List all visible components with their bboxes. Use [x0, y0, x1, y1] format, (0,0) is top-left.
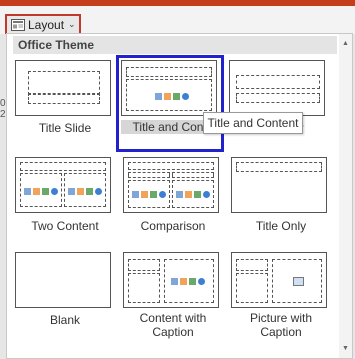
caption-text — [236, 273, 268, 303]
layout-label: Title Slide — [38, 121, 92, 135]
thumbnail — [15, 60, 111, 116]
content-icons — [24, 187, 61, 196]
layout-gallery: Office Theme Title Slide Title and Conte… — [6, 33, 353, 359]
layout-title-slide[interactable]: Title Slide — [13, 58, 117, 153]
picture-icon — [293, 277, 304, 286]
layout-content-with-caption[interactable]: Content with Caption — [121, 250, 225, 345]
right-heading — [172, 172, 214, 178]
content-icons — [176, 190, 213, 199]
thumbnail — [231, 252, 327, 308]
caption-title — [236, 259, 268, 271]
thumbnail — [231, 157, 327, 213]
label-line-2: Caption — [152, 325, 194, 339]
right-content — [172, 180, 214, 208]
caption-title — [128, 259, 160, 271]
layout-blank[interactable]: Blank — [13, 250, 117, 345]
thumbnail — [123, 252, 219, 308]
title-placeholder — [20, 162, 106, 171]
subtitle-placeholder — [28, 93, 100, 104]
caption-text — [128, 273, 160, 303]
layout-label: Comparison — [140, 219, 206, 233]
right-content — [64, 173, 106, 207]
scroll-up-icon[interactable]: ▲ — [339, 37, 352, 50]
layout-label: Blank — [49, 313, 81, 327]
title-placeholder — [236, 75, 320, 89]
left-heading — [128, 172, 170, 178]
layout-label: Two Content — [31, 219, 99, 233]
thumbnail — [15, 252, 111, 308]
content-icons — [155, 92, 192, 101]
left-fragment-2: 2 — [0, 109, 6, 120]
title-placeholder — [28, 71, 100, 95]
thumbnail — [15, 157, 111, 213]
layout-label: Picture with Caption — [229, 311, 333, 339]
text-placeholder — [236, 93, 320, 103]
content-icons — [171, 277, 208, 286]
layout-section-header[interactable]: der — [225, 58, 329, 153]
gallery-scrollbar[interactable]: ▲ ▼ — [339, 34, 352, 358]
title-placeholder — [236, 162, 322, 172]
left-content — [20, 173, 62, 207]
layout-title-and-content[interactable]: Title and Conte — [116, 55, 225, 152]
content-placeholder — [126, 79, 212, 111]
slide-layout-icon — [11, 18, 25, 31]
layout-label: Title Only — [255, 219, 307, 233]
left-content — [128, 180, 170, 208]
title-placeholder — [128, 162, 214, 170]
layout-picture-with-caption[interactable]: Picture with Caption — [229, 250, 333, 345]
layout-title-only[interactable]: Title Only — [229, 155, 333, 250]
layout-button[interactable]: Layout ⌄ — [5, 14, 81, 35]
thumbnail — [229, 60, 325, 116]
thumbnail — [123, 157, 219, 213]
picture-placeholder — [272, 259, 322, 303]
title-placeholder — [126, 67, 212, 77]
label-line-2: Caption — [260, 325, 302, 339]
layout-comparison[interactable]: Comparison — [121, 155, 225, 250]
content-icons — [68, 187, 105, 196]
content-placeholder — [164, 259, 214, 303]
content-icons — [132, 190, 169, 199]
gallery-header: Office Theme — [13, 36, 337, 54]
scroll-down-icon[interactable]: ▼ — [339, 342, 352, 355]
thumbnail — [121, 60, 217, 116]
label-line-1: Content with — [139, 311, 207, 325]
tooltip: Title and Content — [203, 112, 303, 134]
layout-two-content[interactable]: Two Content — [13, 155, 117, 250]
label-line-1: Picture with — [249, 311, 313, 325]
layout-label: Content with Caption — [121, 311, 225, 339]
chevron-down-icon: ⌄ — [68, 19, 76, 29]
ribbon: Layout ⌄ — [0, 6, 355, 35]
layout-button-label: Layout — [28, 17, 65, 32]
left-fragment-1: 0 — [0, 98, 6, 109]
